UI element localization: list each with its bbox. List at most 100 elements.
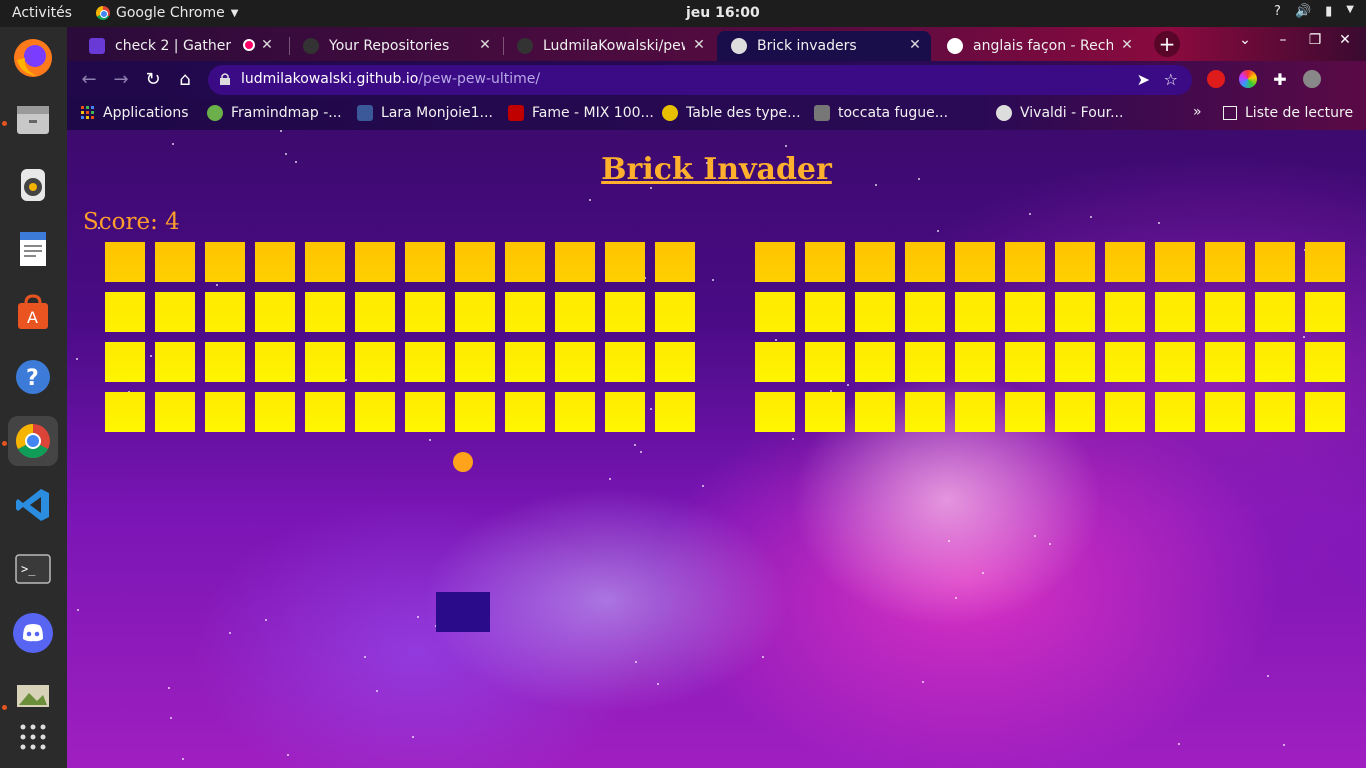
star [650,408,652,410]
volume-icon[interactable]: 🔊 [1295,4,1311,19]
brick [905,342,945,382]
close-window-icon[interactable]: ✕ [1333,32,1357,48]
tab-gather[interactable]: check 2 | Gather ✕ [75,31,283,61]
brick [455,392,495,432]
bookmark-facebook[interactable]: Lara Monjoie1... [357,105,493,121]
activities-button[interactable]: Activités [12,5,72,21]
brick [605,392,645,432]
bookmarks-overflow-button[interactable]: » [1193,104,1202,120]
browser-toolbar: ← → ↻ ⌂ ludmilakowalski.github.io/pew-pe… [67,61,1366,98]
maximize-icon[interactable]: ❐ [1303,32,1327,48]
tab-github-pew[interactable]: LudmilaKowalski/pew ✕ [503,31,715,61]
bookmark-table-types[interactable]: Table des type... [662,105,801,121]
lock-icon [220,73,230,85]
wattpad-icon [814,105,830,121]
bookmark-label: Framindmap -... [231,105,342,121]
vscode-icon[interactable] [8,480,58,530]
help-icon[interactable]: ? [8,352,58,402]
chevron-down-icon[interactable]: ▼ [1346,4,1354,19]
software-center-icon[interactable]: A [8,288,58,338]
brick [355,242,395,282]
firefox-icon[interactable] [8,33,58,83]
close-icon[interactable]: ✕ [691,37,707,53]
terminal-icon[interactable]: >_ [8,544,58,594]
close-icon[interactable]: ✕ [907,37,923,53]
bookmark-vivaldi[interactable]: Vivaldi - Four... [996,105,1123,121]
send-icon[interactable]: ➤ [1137,70,1150,89]
star [1158,222,1160,224]
show-applications-icon[interactable] [8,712,58,762]
address-bar[interactable]: ludmilakowalski.github.io/pew-pew-ultime… [208,65,1192,95]
brick [1055,342,1095,382]
brick [1255,342,1295,382]
tab-google-search[interactable]: anglais façon - Recher ✕ [933,31,1143,61]
help-icon[interactable]: ? [1274,4,1281,19]
extension-icon[interactable] [1239,70,1257,88]
brick [955,392,995,432]
bookmark-fame-mix[interactable]: Fame - MIX 100... [508,105,654,121]
extension-icon[interactable] [1207,70,1225,88]
brick [655,292,695,332]
close-icon[interactable]: ✕ [477,37,493,53]
star [609,478,611,480]
brick [1005,292,1045,332]
brick [1055,292,1095,332]
system-tray[interactable]: ? 🔊 ▮ ▼ [1274,4,1354,19]
brick [205,342,245,382]
brick [1105,242,1145,282]
paddle[interactable] [436,592,490,632]
discord-icon[interactable] [8,608,58,658]
close-icon[interactable]: ✕ [1119,37,1135,53]
star [937,230,939,232]
tab-repositories[interactable]: Your Repositories ✕ [289,31,501,61]
star [345,379,347,381]
star [1267,675,1269,677]
rhythmbox-icon[interactable] [8,160,58,210]
clock[interactable]: jeu 16:00 [686,5,760,21]
bookmark-applications[interactable]: Applications [81,105,189,121]
globe-icon [731,38,747,54]
battery-icon[interactable]: ▮ [1325,4,1332,19]
star [417,616,419,618]
tab-title: Brick invaders [757,38,857,54]
brick [1105,342,1145,382]
brick [855,342,895,382]
game-viewport[interactable]: Brick Invader Score: 4 [67,130,1366,768]
brick [305,292,345,332]
brick [1205,392,1245,432]
brick [805,242,845,282]
brick [755,242,795,282]
chrome-app-icon [96,6,110,20]
close-icon[interactable]: ✕ [259,37,275,53]
new-tab-button[interactable]: + [1154,31,1180,57]
minimize-icon[interactable]: – [1271,32,1295,48]
back-icon[interactable]: ← [78,69,100,91]
forward-icon[interactable]: → [110,69,132,91]
tab-search-icon[interactable]: ⌄ [1233,32,1257,48]
tab-brick-invaders[interactable]: Brick invaders ✕ [717,31,931,61]
star [1034,535,1036,537]
reading-list-button[interactable]: Liste de lecture [1223,105,1353,121]
text-editor-icon[interactable] [8,224,58,274]
brick [255,392,295,432]
reload-icon[interactable]: ↻ [142,69,164,91]
chrome-icon[interactable] [8,416,58,466]
star [1178,743,1180,745]
files-icon[interactable] [8,95,58,145]
bookmark-framindmap[interactable]: Framindmap -... [207,105,342,121]
profile-avatar[interactable] [1303,70,1321,88]
bookmark-label: Lara Monjoie1... [381,105,493,121]
brick [755,292,795,332]
recording-icon [243,39,255,51]
brick [1205,242,1245,282]
ball [453,452,473,472]
home-icon[interactable]: ⌂ [174,69,196,91]
extensions-puzzle-icon[interactable]: ✚ [1269,69,1291,91]
bookmark-star-icon[interactable]: ☆ [1164,70,1178,89]
app-menu[interactable]: Google Chrome ▼ [96,5,238,21]
brick [1305,342,1345,382]
app-menu-label: Google Chrome [116,5,225,21]
bookmark-toccata[interactable]: toccata fugue... [814,105,948,121]
brick [255,342,295,382]
github-icon [517,38,533,54]
